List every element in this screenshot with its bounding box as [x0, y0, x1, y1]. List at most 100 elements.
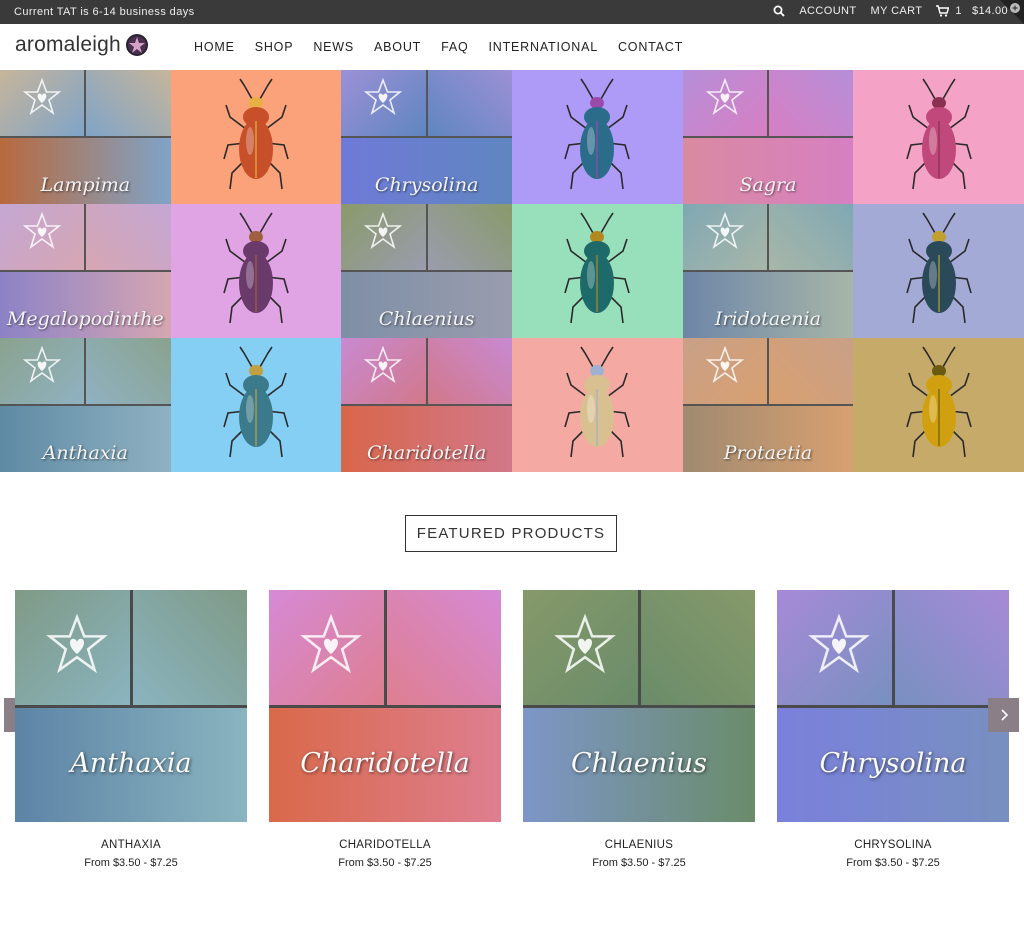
star-logo-icon — [364, 78, 403, 116]
hero-swatch-tile[interactable]: Sagra — [682, 70, 854, 204]
swatch-name: Iridotaenia — [714, 308, 822, 330]
product-price: From $3.50 - $7.25 — [592, 857, 686, 869]
beetle-illustration — [564, 346, 631, 458]
beetle-illustration — [564, 212, 631, 324]
product-image[interactable]: Charidotella — [269, 590, 501, 822]
product-card[interactable]: Anthaxia ANTHAXIA From $3.50 - $7.25 — [15, 590, 247, 869]
swatch-square — [640, 590, 755, 705]
nav-shop[interactable]: SHOP — [255, 40, 294, 54]
nav-contact[interactable]: CONTACT — [618, 40, 683, 54]
star-logo-icon — [22, 78, 62, 116]
product-card[interactable]: Chlaenius CHLAENIUS From $3.50 - $7.25 — [523, 590, 755, 869]
product-image[interactable]: Chrysolina — [777, 590, 1009, 822]
product-price: From $3.50 - $7.25 — [846, 857, 940, 869]
product-script-name: Chlaenius — [570, 748, 708, 779]
swatch-name: Chlaenius — [378, 308, 475, 330]
cart-icon — [936, 5, 950, 17]
nav-home[interactable]: HOME — [194, 40, 235, 54]
star-logo-icon — [46, 614, 108, 674]
swatch-name: Sagra — [739, 174, 797, 196]
beetle-illustration — [223, 212, 289, 324]
product-image[interactable]: Anthaxia — [15, 590, 247, 822]
star-logo-icon — [554, 614, 616, 674]
search-icon[interactable] — [773, 5, 785, 17]
swatch-square — [768, 204, 854, 270]
main-nav: HOME SHOP NEWS ABOUT FAQ INTERNATIONAL C… — [194, 40, 683, 54]
beetle-illustration — [905, 346, 972, 458]
nav-international[interactable]: INTERNATIONAL — [489, 40, 598, 54]
hero-beetle-tile[interactable] — [170, 204, 342, 338]
cart-summary[interactable]: 1 $14.00 — [936, 5, 1008, 17]
logo-text: aromaleigh — [15, 33, 121, 56]
product-script-name: Charidotella — [300, 748, 470, 779]
hero-swatch-tile[interactable]: Chlaenius — [341, 204, 512, 338]
hero-beetle-tile[interactable] — [853, 204, 1024, 338]
star-logo-icon — [364, 212, 403, 250]
hero-swatch-tile[interactable]: Anthaxia — [0, 338, 171, 472]
nav-about[interactable]: ABOUT — [374, 40, 421, 54]
star-logo-icon — [22, 346, 62, 384]
swatch-name: Charidotella — [367, 442, 487, 464]
beetle-illustration — [223, 346, 289, 458]
hero-swatch-tile[interactable]: Protaetia — [682, 338, 854, 472]
swatch-name: Lampima — [40, 174, 131, 196]
beetle-illustration — [223, 78, 289, 190]
my-cart-link[interactable]: MY CART — [871, 5, 923, 17]
product-title[interactable]: CHRYSOLINA — [777, 839, 1009, 851]
logo-star-icon — [125, 34, 148, 56]
product-card[interactable]: Chrysolina CHRYSOLINA From $3.50 - $7.25 — [777, 590, 1009, 869]
featured-products-carousel: Anthaxia ANTHAXIA From $3.50 - $7.25 Charid… — [15, 590, 1009, 880]
hero-beetle-tile[interactable] — [170, 338, 342, 472]
nav-faq[interactable]: FAQ — [441, 40, 468, 54]
hero-beetle-tile[interactable] — [853, 70, 1024, 204]
corner-fold-icon[interactable] — [1000, 0, 1024, 24]
star-logo-icon — [705, 212, 744, 250]
featured-products-heading: FEATURED PRODUCTS — [405, 515, 617, 552]
hero-mosaic[interactable]: Lampima Chrysolina Sagra Megalopodinthe Chla… — [0, 70, 1024, 472]
product-image[interactable]: Chlaenius — [523, 590, 755, 822]
star-logo-icon — [364, 346, 403, 384]
hero-beetle-tile[interactable] — [170, 70, 342, 204]
swatch-name: Megalopodinthe — [6, 308, 164, 330]
swatch-square — [894, 590, 1009, 705]
account-link[interactable]: ACCOUNT — [799, 5, 856, 17]
product-price: From $3.50 - $7.25 — [338, 857, 432, 869]
product-title[interactable]: CHARIDOTELLA — [269, 839, 501, 851]
swatch-square — [132, 590, 247, 705]
hero-swatch-tile[interactable]: Megalopodinthe — [0, 204, 171, 338]
site-header: aromaleigh HOME SHOP NEWS ABOUT FAQ INTE… — [0, 24, 1024, 70]
hero-swatch-tile[interactable]: Chrysolina — [341, 70, 512, 204]
cart-count: 1 — [955, 5, 962, 17]
product-script-name: Chrysolina — [819, 748, 967, 779]
swatch-square — [386, 590, 501, 705]
hero-beetle-tile[interactable] — [512, 338, 683, 472]
star-logo-icon — [705, 346, 744, 384]
product-title[interactable]: ANTHAXIA — [15, 839, 247, 851]
star-logo-icon — [300, 614, 362, 674]
hero-swatch-tile[interactable]: Lampima — [0, 70, 171, 204]
swatch-name: Anthaxia — [42, 442, 128, 464]
hero-beetle-tile[interactable] — [853, 338, 1024, 472]
beetle-illustration — [905, 212, 972, 324]
hero-beetle-tile[interactable] — [512, 70, 683, 204]
star-logo-icon — [22, 212, 62, 250]
star-logo-icon — [808, 614, 870, 674]
nav-news[interactable]: NEWS — [313, 40, 354, 54]
hero-swatch-tile[interactable]: Iridotaenia — [682, 204, 854, 338]
hero-beetle-tile[interactable] — [512, 204, 683, 338]
swatch-square — [768, 338, 854, 404]
turnaround-notice: Current TAT is 6-14 business days — [14, 6, 195, 18]
swatch-square — [427, 204, 512, 270]
swatch-square — [427, 338, 512, 404]
swatch-name: Chrysolina — [374, 174, 479, 196]
top-bar: Current TAT is 6-14 business days ACCOUN… — [0, 0, 1024, 24]
site-logo[interactable]: aromaleigh — [15, 33, 149, 57]
hero-swatch-tile[interactable]: Charidotella — [341, 338, 512, 472]
carousel-next-button[interactable] — [988, 698, 1019, 732]
swatch-square — [86, 204, 171, 270]
product-card[interactable]: Charidotella CHARIDOTELLA From $3.50 - $7.… — [269, 590, 501, 869]
swatch-square — [86, 338, 171, 404]
product-title[interactable]: CHLAENIUS — [523, 839, 755, 851]
swatch-square — [768, 70, 854, 136]
beetle-illustration — [905, 78, 972, 190]
